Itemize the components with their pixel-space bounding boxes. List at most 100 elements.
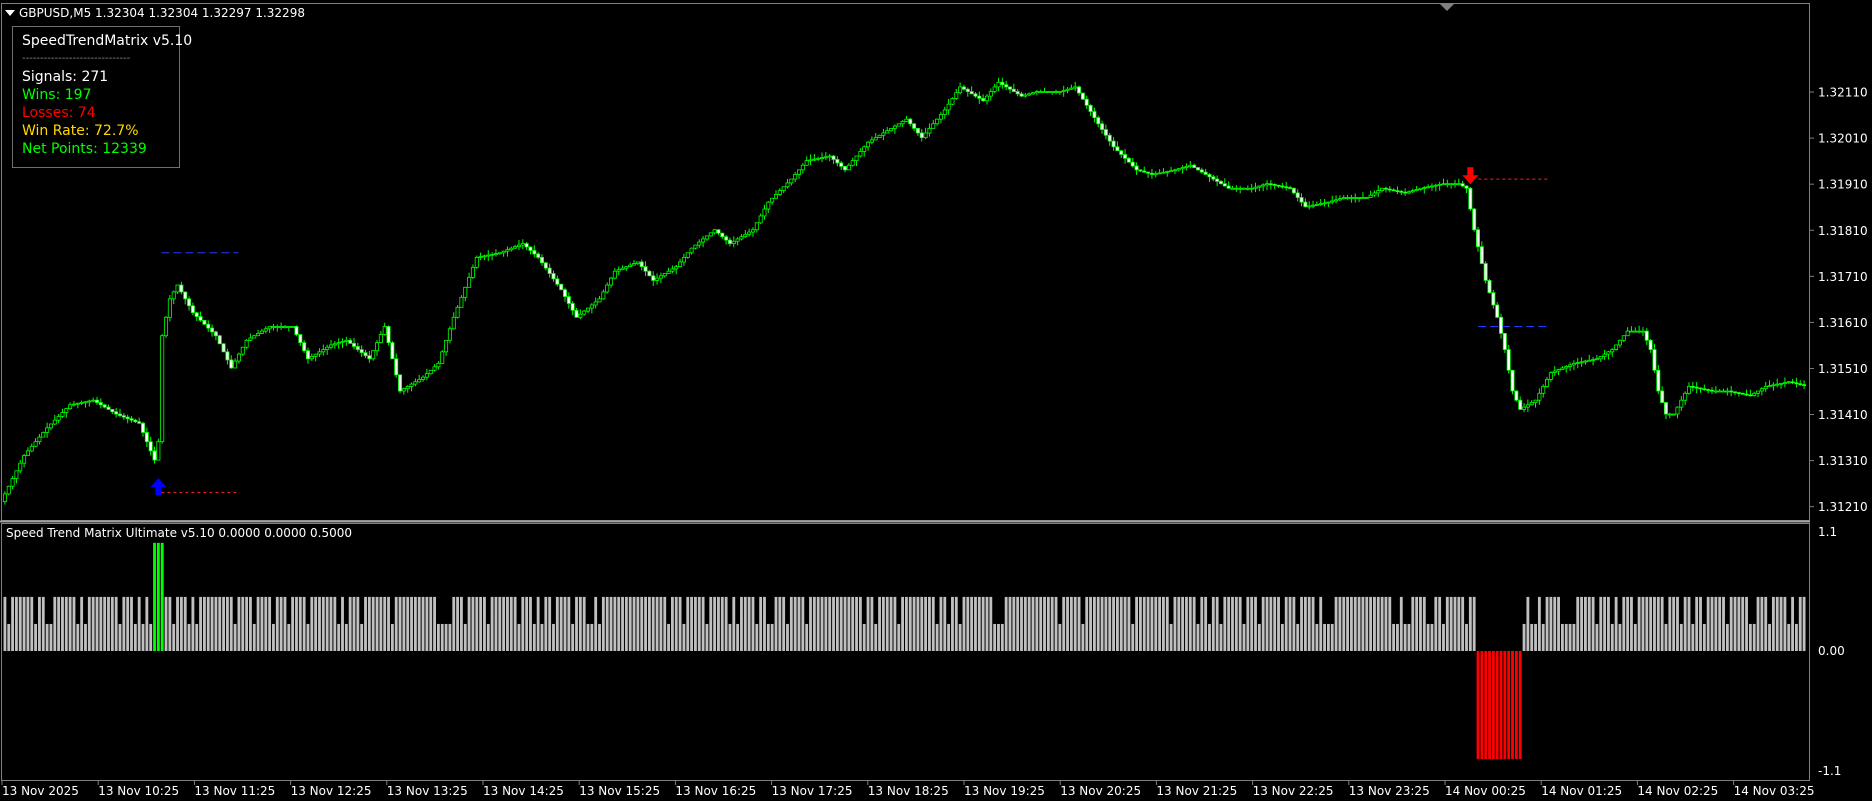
indicator-bar-neutral [1150, 596, 1154, 651]
indicator-bar-neutral [1411, 596, 1415, 651]
candle-body [125, 416, 130, 420]
indicator-bar-bear [1495, 651, 1499, 760]
indicator-bar-neutral [222, 596, 225, 651]
candle-body [647, 270, 652, 277]
candle-body [1088, 104, 1093, 112]
candle-body [1441, 183, 1446, 186]
time-tick-label: 13 Nov 10:25 [98, 784, 179, 798]
candle-body [183, 291, 188, 300]
indicator-bar-neutral [417, 596, 421, 651]
indicator-bar-neutral [548, 596, 552, 651]
indicator-bar-neutral [26, 596, 30, 651]
candle-body [1794, 382, 1799, 385]
indicator-bar-neutral [582, 596, 586, 651]
candle-body [904, 118, 909, 122]
candle-body [1230, 187, 1235, 190]
candle-body [1245, 187, 1250, 190]
candle-body [202, 319, 207, 325]
candle-body [1042, 91, 1047, 93]
indicator-bar-neutral [1173, 596, 1177, 651]
candle-body [22, 455, 27, 464]
indicator-bar-neutral [494, 596, 498, 651]
candle-body [1318, 203, 1323, 206]
indicator-bar-neutral [1603, 596, 1607, 651]
indicator-bar-bear [1491, 651, 1495, 760]
candle-body [513, 246, 518, 249]
indicator-bar-neutral [195, 623, 199, 651]
candle-body [770, 197, 775, 203]
indicator-bar-neutral [149, 623, 153, 651]
indicator-bar-neutral [1223, 596, 1227, 651]
indicator-bar-neutral [1664, 623, 1668, 651]
candle-body [666, 270, 671, 274]
candle-body [850, 160, 855, 166]
candle-body [164, 316, 169, 337]
indicator-bar-neutral [1442, 623, 1445, 651]
chart-shift-marker-icon[interactable] [1440, 4, 1454, 11]
candle-body [1222, 183, 1227, 187]
candle-body [1675, 406, 1680, 415]
indicator-bar-neutral [935, 623, 939, 651]
indicator-bar-neutral [1292, 596, 1296, 651]
stats-wins: Wins: 197 [22, 87, 92, 103]
price-tick-label: 1.31810 [1818, 224, 1868, 238]
candle-body [754, 222, 759, 231]
trading-chart[interactable]: 1.32110 1.32010 1.31910 1.31810 1.31710 1.316… [0, 0, 1872, 801]
candle-body [1004, 84, 1009, 88]
candle-body [129, 418, 134, 421]
candle-body [528, 246, 533, 251]
candle-body [2, 493, 7, 502]
indicator-bar-neutral [1618, 623, 1622, 651]
candle-body [1598, 356, 1603, 360]
indicator-bar-neutral [532, 623, 536, 651]
dropdown-triangle-icon[interactable] [5, 10, 15, 16]
indicator-bar-neutral [985, 596, 989, 651]
candle-body [800, 164, 805, 171]
indicator-bar-neutral [1522, 623, 1526, 651]
candle-body [547, 267, 552, 274]
candle-body [1721, 390, 1726, 393]
indicator-tick-label: -1.1 [1818, 764, 1841, 778]
indicator-bar-neutral [1718, 596, 1722, 651]
candle-body [1084, 98, 1089, 106]
indicator-bar-neutral [486, 623, 490, 651]
candle-body [114, 411, 119, 415]
candle-body [1671, 413, 1676, 416]
time-tick-label: 13 Nov 13:25 [387, 784, 468, 798]
indicator-bar-neutral [763, 596, 766, 651]
indicator-bar-neutral [264, 596, 268, 651]
candle-body [1311, 204, 1316, 207]
candle-body [87, 400, 92, 403]
candle-body [1249, 187, 1254, 190]
indicator-bar-neutral [279, 596, 283, 651]
indicator-bar-neutral [1468, 596, 1472, 651]
indicator-bar-bear [1507, 651, 1511, 760]
candle-body [386, 326, 391, 344]
indicator-bar-neutral [1557, 596, 1560, 651]
candle-body [1602, 353, 1607, 357]
candle-body [1748, 394, 1753, 397]
candle-body [1046, 91, 1051, 93]
indicator-bar-neutral [107, 596, 110, 651]
candle-body [167, 298, 172, 318]
candle-body [628, 264, 633, 268]
indicator-bar-neutral [318, 596, 321, 651]
time-tick-label: 14 Nov 03:25 [1734, 784, 1815, 798]
candle-body [1303, 201, 1308, 208]
indicator-bar-neutral [559, 596, 563, 651]
indicator-bar-neutral [793, 596, 797, 651]
candle-body [1265, 183, 1270, 186]
indicator-bar-neutral [1607, 596, 1610, 651]
indicator-bar-neutral [513, 596, 517, 651]
candle-body [1403, 191, 1408, 194]
indicator-bar-neutral [1181, 596, 1185, 651]
indicator-bar-neutral [740, 596, 743, 651]
candle-body [762, 208, 767, 217]
candle-body [106, 406, 111, 410]
candle-body [1322, 202, 1327, 205]
indicator-bar-neutral [1043, 596, 1046, 651]
indicator-bar-neutral [1330, 623, 1334, 651]
indicator-bar-neutral [1250, 596, 1254, 651]
signal-markers [150, 167, 1551, 496]
indicator-bar-neutral [1633, 623, 1637, 651]
